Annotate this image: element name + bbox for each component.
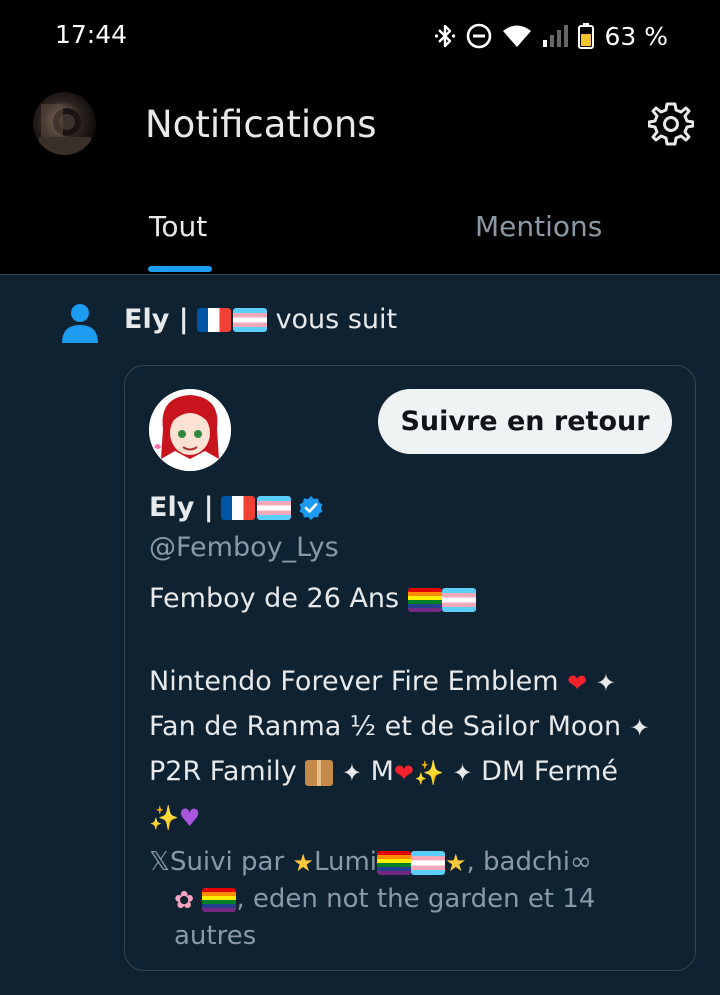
follower-name: Lumi xyxy=(313,847,377,877)
rainbow-flag-icon xyxy=(202,887,237,912)
profile-card[interactable]: Suivre en retour Ely | @Femboy_Lys Fembo… xyxy=(124,365,696,971)
verified-badge-icon xyxy=(299,495,323,520)
bio-text: P2R Family xyxy=(149,756,297,787)
battery-icon xyxy=(578,23,595,49)
follower-name: Ely | xyxy=(124,304,189,335)
profile-handle: @Femboy_Lys xyxy=(149,532,339,563)
gear-icon[interactable] xyxy=(648,101,694,147)
wifi-icon xyxy=(503,25,532,47)
france-flag-icon xyxy=(220,495,255,520)
sparkles-icon: ✨ xyxy=(413,758,444,787)
status-icons: 63 % xyxy=(434,18,668,54)
cherry-blossom-icon: ✿ xyxy=(174,885,195,914)
trans-flag-icon xyxy=(441,587,476,612)
battery-percent: 63 % xyxy=(604,21,668,51)
bio-line: P2R Family ✦ M❤✨ ✦ DM Fermé xyxy=(149,749,679,794)
page-title: Notifications xyxy=(145,103,377,146)
bio-text: Nintendo Forever Fire Emblem xyxy=(149,666,559,697)
rainbow-flag-icon xyxy=(377,850,411,875)
avatar-photo xyxy=(39,104,91,155)
profile-avatar[interactable] xyxy=(149,389,231,471)
followed-by-prefix: 𝕏Suivi par xyxy=(149,847,285,877)
followed-by-suffix: autres xyxy=(174,921,257,951)
person-icon xyxy=(62,304,98,343)
bio-text: Femboy de 26 Ans xyxy=(149,583,400,614)
bio-line: Nintendo Forever Fire Emblem ❤ ✦ xyxy=(149,659,679,704)
sparkles-icon: ✨ xyxy=(149,803,179,832)
follower-name: , badchi∞ xyxy=(466,847,592,877)
follow-back-button[interactable]: Suivre en retour xyxy=(378,389,672,454)
bio-text: Fan de Ranma ½ et de Sailor Moon xyxy=(149,711,622,742)
heart-icon: ❤ xyxy=(567,668,588,697)
package-icon xyxy=(305,759,334,786)
bio-line: ✨♥ xyxy=(149,794,679,839)
star-icon: ★ xyxy=(292,848,314,877)
header-divider xyxy=(0,274,720,275)
star-icon: ★ xyxy=(445,848,467,877)
bio-line: Femboy de 26 Ans xyxy=(149,576,679,621)
sparkle-icon: ✦ xyxy=(629,713,650,742)
profile-display-name[interactable]: Ely | xyxy=(149,492,324,523)
heart-icon: ❤ xyxy=(393,758,414,787)
sparkle-icon: ✦ xyxy=(595,668,616,697)
tab-mentions[interactable]: Mentions xyxy=(475,210,602,243)
profile-bio: Femboy de 26 Ans Nintendo Forever Fire E… xyxy=(149,576,679,839)
follow-notification-text[interactable]: Ely | vous suit xyxy=(124,304,397,335)
trans-flag-icon xyxy=(256,495,291,520)
follow-action-text: vous suit xyxy=(275,304,398,335)
bio-text: DM Fermé xyxy=(481,756,619,787)
bio-line: Fan de Ranma ½ et de Sailor Moon ✦ xyxy=(149,704,679,749)
tab-all[interactable]: Tout xyxy=(149,210,207,243)
rainbow-flag-icon xyxy=(407,587,442,612)
top-bar: 17:44 63 % Notifications Tout Mentions xyxy=(0,0,720,275)
anime-avatar-image xyxy=(149,389,231,471)
active-tab-indicator xyxy=(148,266,212,272)
purple-heart-icon: ♥ xyxy=(178,803,201,832)
my-avatar[interactable] xyxy=(33,92,96,155)
do-not-disturb-icon xyxy=(467,23,492,49)
signal-icon xyxy=(543,25,569,47)
followed-by-text[interactable]: 𝕏Suivi par ★Lumi ★, badchi∞ ✿ , eden not … xyxy=(149,844,679,955)
profile-name-text: Ely | xyxy=(149,492,214,523)
bio-text: M xyxy=(370,756,394,787)
france-flag-icon xyxy=(196,307,231,332)
trans-flag-icon xyxy=(411,850,445,875)
sparkle-icon: ✦ xyxy=(341,758,362,787)
bio-spacer xyxy=(149,621,679,659)
status-time: 17:44 xyxy=(55,20,128,49)
bluetooth-icon xyxy=(435,24,456,48)
trans-flag-icon xyxy=(232,307,267,332)
follower-name: , eden not the garden et 14 xyxy=(236,884,596,914)
sparkle-icon: ✦ xyxy=(452,758,473,787)
